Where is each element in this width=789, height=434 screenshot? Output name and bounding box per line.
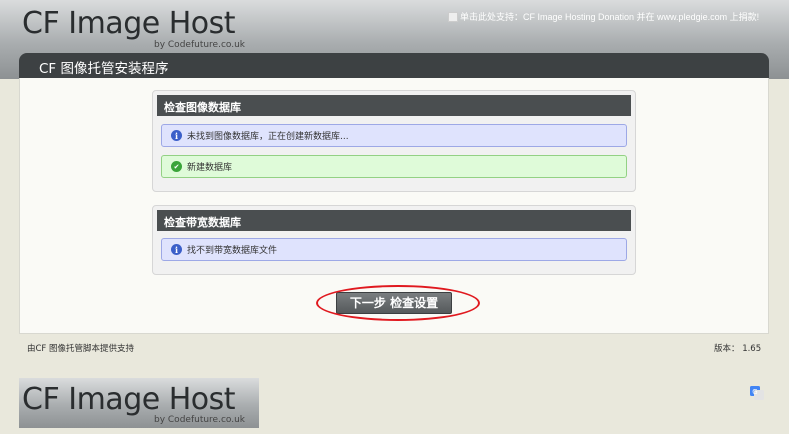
info-message: i 未找到图像数据库，正在创建新数据库...	[161, 124, 627, 147]
bandwidth-db-check-panel: 检查带宽数据库 i 找不到带宽数据库文件	[152, 205, 636, 275]
logo-subtitle: by Codefuture.co.uk	[154, 415, 246, 425]
logo-title: CF Image Host	[22, 382, 236, 417]
info-icon: i	[171, 130, 182, 141]
installer-titlebar: CF 图像托管安装程序	[19, 53, 769, 78]
powered-by-text: 由CF 图像托管脚本提供支持	[27, 344, 135, 354]
site-logo[interactable]: CF Image Host by Codefuture.co.uk	[22, 6, 262, 52]
logo-subtitle: by Codefuture.co.uk	[154, 40, 246, 50]
next-check-settings-button[interactable]: 下一步 检查设置	[336, 292, 452, 314]
info-icon: i	[171, 244, 182, 255]
donation-link[interactable]: 单击此处支持：CF Image Hosting Donation 并在 www.…	[448, 10, 759, 23]
translate-icon[interactable]: G	[750, 386, 764, 400]
message-text: 未找到图像数据库，正在创建新数据库...	[187, 132, 349, 142]
panel-heading: 检查带宽数据库	[157, 210, 631, 231]
message-text: 新建数据库	[187, 163, 233, 173]
broken-image-icon	[448, 11, 458, 22]
image-db-check-panel: 检查图像数据库 i 未找到图像数据库，正在创建新数据库... ✔ 新建数据库	[152, 90, 636, 192]
version-text: 版本： 1.65	[714, 344, 762, 354]
footer-logo[interactable]: CF Image Host by Codefuture.co.uk	[19, 378, 259, 428]
svg-text:G: G	[752, 388, 757, 396]
logo-title: CF Image Host	[22, 6, 236, 41]
donation-text: 单击此处支持：CF Image Hosting Donation 并在 www.…	[460, 12, 760, 22]
info-message: i 找不到带宽数据库文件	[161, 238, 627, 261]
panel-heading: 检查图像数据库	[157, 95, 631, 116]
page-title: CF 图像托管安装程序	[39, 61, 169, 77]
check-icon: ✔	[171, 161, 182, 172]
success-message: ✔ 新建数据库	[161, 155, 627, 178]
message-text: 找不到带宽数据库文件	[187, 246, 278, 256]
